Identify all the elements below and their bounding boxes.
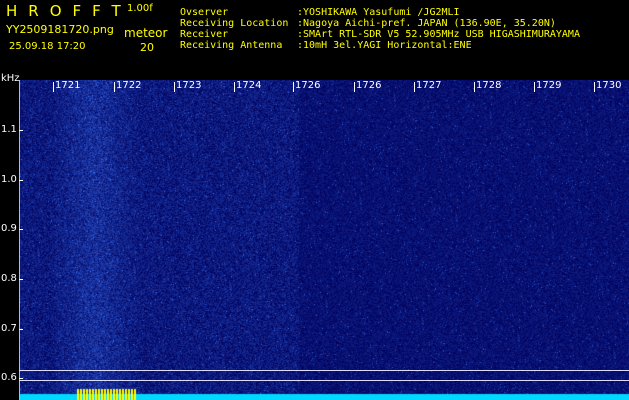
- info-label: Receiving Antenna: [180, 40, 283, 51]
- hrofft-window: HROFFT 1.00f YY2509181720.png meteor 25.…: [0, 0, 629, 400]
- info-label: Ovserver: [180, 7, 229, 18]
- info-observer: Ovserver :YOSHIKAWA Yasufumi /JG2MLI: [180, 7, 460, 18]
- datetime-label: 25.09.18 17:20: [9, 41, 86, 52]
- y-tick-mark: [19, 130, 23, 131]
- y-tick-mark: [19, 329, 23, 330]
- info-value: :SMArt RTL-SDR V5 52.905MHz USB HIGASHIM…: [297, 29, 580, 40]
- threshold-line-lower: [19, 380, 629, 381]
- y-axis-unit: kHz: [1, 73, 20, 84]
- x-tick-label: 1723: [173, 80, 202, 92]
- meteor-count: 20: [140, 41, 154, 54]
- info-value: :YOSHIKAWA Yasufumi /JG2MLI: [297, 7, 460, 18]
- x-tick-label: 1727: [413, 80, 442, 92]
- version-label: 1.00f: [127, 3, 153, 14]
- info-label: Receiver: [180, 29, 229, 40]
- x-tick-label: 1722: [113, 80, 142, 92]
- y-tick-mark: [19, 378, 23, 379]
- filename-label: YY2509181720.png: [6, 23, 114, 36]
- y-axis-line: [19, 80, 20, 400]
- spectrogram: [19, 80, 629, 400]
- info-value: :Nagoya Aichi-pref. JAPAN (136.90E, 35.2…: [297, 18, 556, 29]
- app-title: HROFFT: [6, 2, 132, 20]
- y-tick-mark: [19, 180, 23, 181]
- x-tick-label: 1724: [233, 80, 262, 92]
- info-receiver: Receiver :SMArt RTL-SDR V5 52.905MHz USB …: [180, 29, 580, 40]
- x-tick-label: 1730: [593, 80, 622, 92]
- y-tick-label: 0.9: [1, 223, 17, 234]
- info-location: Receiving Location :Nagoya Aichi-pref. JA…: [180, 18, 556, 29]
- y-tick-mark: [19, 279, 23, 280]
- info-value: :10mH 3el.YAGI Horizontal:ENE: [297, 40, 472, 51]
- x-tick-label: 1726: [353, 80, 382, 92]
- meteor-label: meteor: [124, 26, 168, 40]
- y-tick-label: 1.0: [1, 174, 17, 185]
- spectrogram-canvas: [19, 80, 629, 400]
- y-tick-label: 0.7: [1, 323, 17, 334]
- x-tick-label: 1728: [473, 80, 502, 92]
- x-tick-label: 1721: [52, 80, 81, 92]
- y-tick-label: 0.8: [1, 273, 17, 284]
- info-antenna: Receiving Antenna :10mH 3el.YAGI Horizont…: [180, 40, 472, 51]
- x-tick-label: 1726: [292, 80, 321, 92]
- y-tick-label: 1.1: [1, 124, 17, 135]
- info-label: Receiving Location: [180, 18, 289, 29]
- threshold-line-upper: [19, 370, 629, 371]
- y-tick-label: 0.6: [1, 372, 17, 383]
- x-tick-label: 1729: [533, 80, 562, 92]
- y-tick-mark: [19, 229, 23, 230]
